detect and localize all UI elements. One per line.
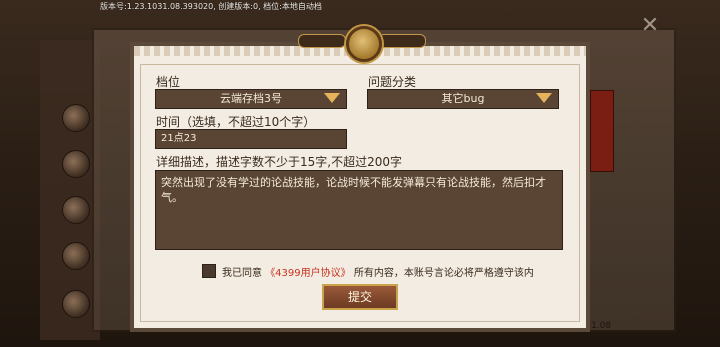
- side-menu-orb-icon[interactable]: [62, 196, 90, 224]
- chevron-down-icon: [324, 93, 340, 103]
- side-menu-orb-icon[interactable]: [62, 104, 90, 132]
- slot-select[interactable]: 云端存档3号: [155, 89, 347, 109]
- chevron-down-icon: [536, 93, 552, 103]
- category-label: 问题分类: [368, 75, 417, 89]
- background-decoration: [590, 90, 614, 172]
- emblem-icon: [346, 26, 382, 62]
- agreement-text: 我已同意 《4399用户协议》 所有内容，本账号言论必将严格遵守该内: [222, 264, 534, 279]
- emblem-wing-left: [298, 34, 346, 48]
- side-menu-orb-icon[interactable]: [62, 242, 90, 270]
- time-input[interactable]: 21点23: [155, 129, 347, 149]
- agree-prefix: 我已同意: [222, 268, 262, 279]
- category-select[interactable]: 其它bug: [367, 89, 559, 109]
- agree-checkbox[interactable]: [202, 264, 216, 278]
- user-agreement-link[interactable]: 《4399用户协议》: [265, 268, 350, 279]
- version-info: 版本号:1.23.1031.08.393020, 创建版本:0, 档位:本地自动…: [100, 2, 322, 11]
- category-select-value: 其它bug: [441, 92, 485, 105]
- submit-button[interactable]: 提交: [322, 284, 398, 310]
- description-label: 详细描述，描述字数不少于15字,不超过200字: [156, 155, 402, 169]
- time-label: 时间（选填，不超过10个字）: [156, 115, 316, 129]
- emblem-wing-right: [378, 34, 426, 48]
- slot-select-value: 云端存档3号: [220, 92, 282, 105]
- close-icon[interactable]: ✕: [636, 12, 664, 40]
- agree-suffix: 所有内容，本账号言论必将严格遵守该内: [353, 268, 534, 279]
- slot-label: 档位: [156, 75, 181, 89]
- side-menu-orb-icon[interactable]: [62, 150, 90, 178]
- side-menu-orb-icon[interactable]: [62, 290, 90, 318]
- description-textarea[interactable]: 突然出现了没有学过的论战技能，论战时候不能发弹幕只有论战技能，然后扣才气。: [155, 170, 563, 250]
